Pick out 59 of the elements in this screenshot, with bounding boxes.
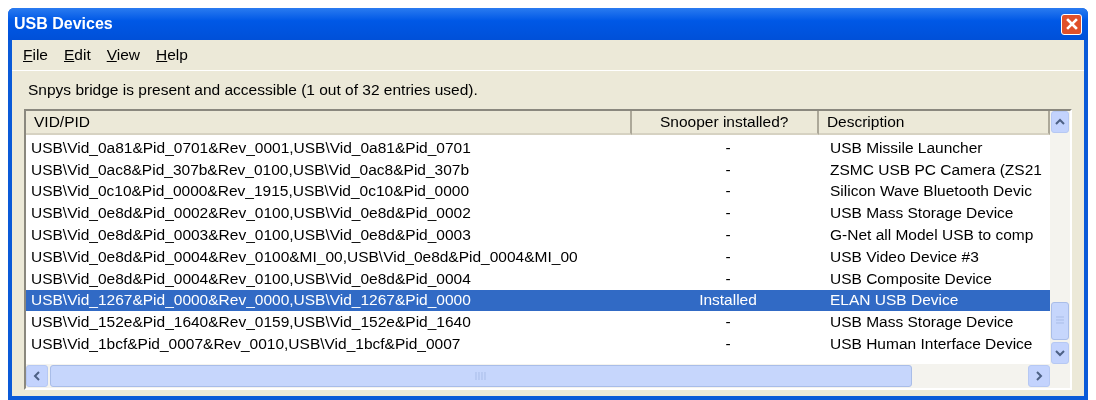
vid-pid-cell-text: USB\Vid_0ac8&Pid_307b&Rev_0100,USB\Vid_0ac8&Pid_307b — [30, 160, 471, 179]
column-header[interactable]: VID/PID — [26, 111, 632, 135]
close-button[interactable] — [1061, 13, 1082, 35]
description-cell-text: USB Composite Device — [829, 269, 993, 288]
menu-item[interactable]: File — [16, 44, 55, 66]
scroll-down-button[interactable] — [1051, 342, 1069, 364]
vid-pid-cell-text: USB\Vid_1bcf&Pid_0007&Rev_0010,USB\Vid_1bcf&Pid_0007 — [30, 335, 462, 354]
scroll-thumb[interactable] — [1051, 302, 1069, 340]
snooper-cell-text: - — [724, 182, 732, 201]
menu-item[interactable]: Edit — [57, 44, 98, 66]
snooper-cell-text: - — [724, 138, 732, 157]
close-icon — [1064, 17, 1079, 31]
horizontal-scrollbar[interactable] — [26, 364, 1050, 388]
snooper-cell-text: - — [724, 204, 732, 223]
description-cell-text: USB Mass Storage Device — [829, 204, 1015, 223]
scroll-thumb[interactable] — [50, 365, 912, 387]
vid-pid-cell-text: USB\Vid_0e8d&Pid_0004&Rev_0100,USB\Vid_0e8d&Pid_0004 — [30, 269, 472, 288]
snooper-cell-text: Installed — [698, 291, 758, 310]
snooper-cell-text: - — [724, 335, 732, 354]
table-row[interactable]: USB\Vid_0e8d&Pid_0004&Rev_0100,USB\Vid_0e8d&Pid_0004 - USB Composite Device — [26, 267, 1050, 290]
snooper-cell-text: - — [724, 269, 732, 288]
table-row[interactable]: USB\Vid_0ac8&Pid_307b&Rev_0100,USB\Vid_0ac8&Pid_307b - ZSMC USB PC Camera (ZS21 — [26, 158, 1050, 181]
description-cell-text: ZSMC USB PC Camera (ZS21 — [829, 160, 1043, 179]
vid-pid-cell-text: USB\Vid_0e8d&Pid_0002&Rev_0100,USB\Vid_0e8d&Pid_0002 — [30, 204, 472, 223]
table-row[interactable]: USB\Vid_152e&Pid_1640&Rev_0159,USB\Vid_152e&Pid_1640 - USB Mass Storage Device — [26, 311, 1050, 334]
column-header[interactable]: Snooper installed? — [631, 111, 819, 135]
vid-pid-cell-text: USB\Vid_152e&Pid_1640&Rev_0159,USB\Vid_152e&Pid_1640 — [30, 313, 472, 332]
description-cell-text: ELAN USB Device — [829, 291, 960, 310]
description-cell-text: USB Missile Launcher — [829, 138, 984, 157]
description-cell-text: USB Video Device #3 — [829, 247, 980, 266]
vid-pid-cell-text: USB\Vid_0e8d&Pid_0004&Rev_0100&MI_00,USB\Vid_0e8d&Pid_0004&MI_00 — [30, 247, 579, 266]
scroll-right-button[interactable] — [1028, 365, 1050, 387]
menu-item[interactable]: Help — [149, 44, 195, 66]
vid-pid-cell-text: USB\Vid_0c10&Pid_0000&Rev_1915,USB\Vid_0c10&Pid_0000 — [30, 182, 471, 201]
menu-item[interactable]: View — [99, 44, 148, 66]
snooper-cell-text: - — [724, 226, 732, 245]
table-row[interactable]: USB\Vid_0e8d&Pid_0002&Rev_0100,USB\Vid_0e8d&Pid_0002 - USB Mass Storage Device — [26, 202, 1050, 225]
vertical-scrollbar[interactable] — [1050, 111, 1070, 388]
description-cell-text: G-Net all Model USB to comp — [829, 226, 1035, 245]
vid-pid-cell-text: USB\Vid_1267&Pid_0000&Rev_0000,USB\Vid_1267&Pid_0000 — [30, 291, 472, 310]
window-title: USB Devices — [14, 15, 113, 33]
description-cell-text: USB Human Interface Device — [829, 335, 1034, 354]
scroll-left-button[interactable] — [26, 365, 48, 387]
snooper-cell-text: - — [724, 247, 732, 266]
snooper-cell-text: - — [724, 160, 732, 179]
column-header[interactable]: Description — [818, 111, 1050, 135]
description-cell-text: USB Mass Storage Device — [829, 313, 1015, 332]
table-row[interactable]: USB\Vid_0a81&Pid_0701&Rev_0001,USB\Vid_0a81&Pid_0701 - USB Missile Launcher — [26, 137, 1050, 159]
scroll-up-button[interactable] — [1051, 111, 1069, 133]
description-cell-text: Silicon Wave Bluetooth Devic — [829, 182, 1033, 201]
table-row[interactable]: USB\Vid_1267&Pid_0000&Rev_0000,USB\Vid_1267&Pid_0000 Installed ELAN USB Device — [26, 289, 1050, 312]
status-text: Snpys bridge is present and accessible (1 out of 32 entries used). — [28, 81, 479, 99]
snooper-cell-text: - — [724, 313, 732, 332]
table-row[interactable]: USB\Vid_0e8d&Pid_0004&Rev_0100&MI_00,USB\Vid_0e8d&Pid_0004&MI_00 - USB Video Device #3 — [26, 246, 1050, 268]
vid-pid-cell-text: USB\Vid_0a81&Pid_0701&Rev_0001,USB\Vid_0a81&Pid_0701 — [30, 138, 472, 157]
table-row[interactable]: USB\Vid_0c10&Pid_0000&Rev_1915,USB\Vid_0c10&Pid_0000 - Silicon Wave Bluetooth Devic — [26, 180, 1050, 203]
vid-pid-cell-text: USB\Vid_0e8d&Pid_0003&Rev_0100,USB\Vid_0e8d&Pid_0003 — [30, 226, 472, 245]
table-row[interactable]: USB\Vid_1bcf&Pid_0007&Rev_0010,USB\Vid_1bcf&Pid_0007 - USB Human Interface Device — [26, 333, 1050, 355]
table-row[interactable]: USB\Vid_0e8d&Pid_0003&Rev_0100,USB\Vid_0e8d&Pid_0003 - G-Net all Model USB to comp — [26, 224, 1050, 246]
